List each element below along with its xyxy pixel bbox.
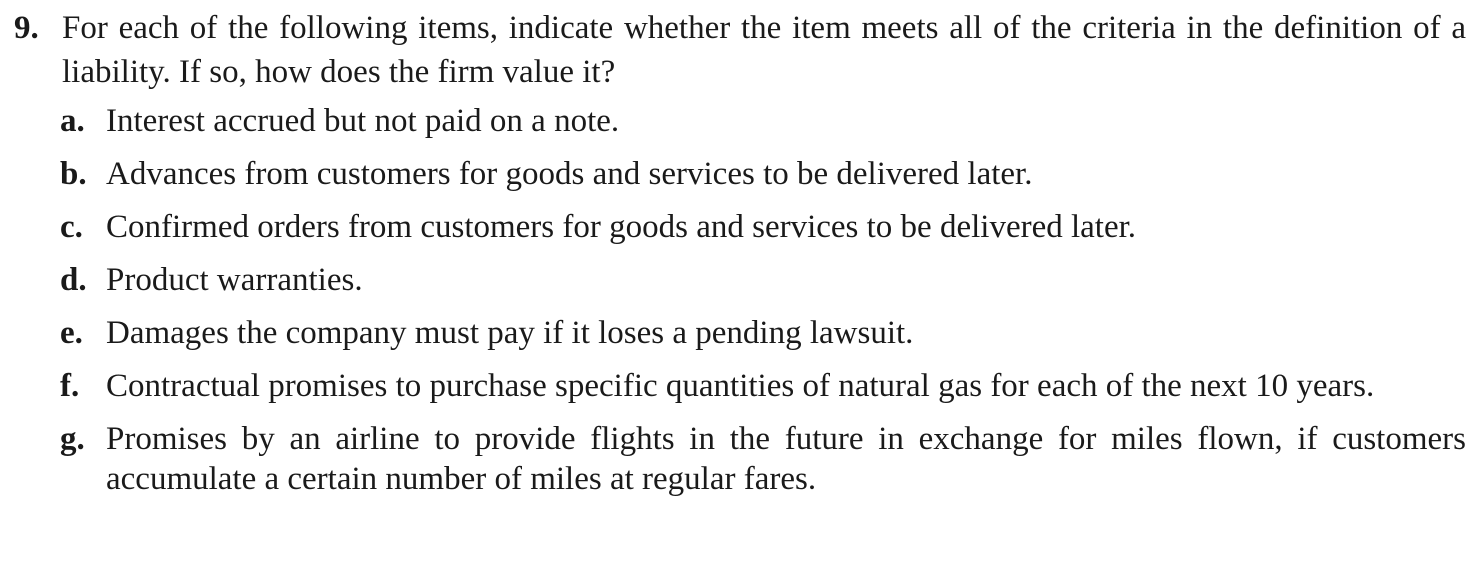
list-item-e: e. Damages the company must pay if it lo… [60, 313, 1466, 353]
item-text: Promises by an airline to provide flight… [106, 421, 1466, 497]
item-text: Confirmed orders from customers for good… [106, 209, 1137, 245]
item-text: Advances from customers for goods and se… [106, 156, 1033, 192]
question-number: 9. [14, 10, 39, 46]
list-item-d: d. Product warranties. [60, 260, 1466, 300]
item-letter: c. [60, 209, 83, 245]
list-item-c: c. Confirmed orders from customers for g… [60, 207, 1466, 247]
item-text: Product warranties. [106, 262, 363, 298]
list-item-f: f. Contractual promises to purchase spec… [60, 366, 1466, 406]
item-text: Interest accrued but not paid on a note. [106, 103, 620, 139]
question-header: 9. For each of the following items, indi… [14, 6, 1466, 94]
item-letter: e. [60, 315, 83, 351]
item-list: a. Interest accrued but not paid on a no… [14, 101, 1466, 499]
question-block: 9. For each of the following items, indi… [14, 6, 1466, 512]
item-letter: f. [60, 368, 80, 404]
item-text: Contractual promises to purchase specifi… [106, 368, 1375, 404]
item-letter: g. [60, 421, 85, 457]
list-item-b: b. Advances from customers for goods and… [60, 154, 1466, 194]
item-letter: d. [60, 262, 87, 298]
question-text: For each of the following items, indicat… [62, 10, 1466, 90]
list-item-g: g. Promises by an airline to provide fli… [60, 419, 1466, 499]
item-letter: a. [60, 103, 85, 139]
item-letter: b. [60, 156, 87, 192]
item-text: Damages the company must pay if it loses… [106, 315, 914, 351]
list-item-a: a. Interest accrued but not paid on a no… [60, 101, 1466, 141]
